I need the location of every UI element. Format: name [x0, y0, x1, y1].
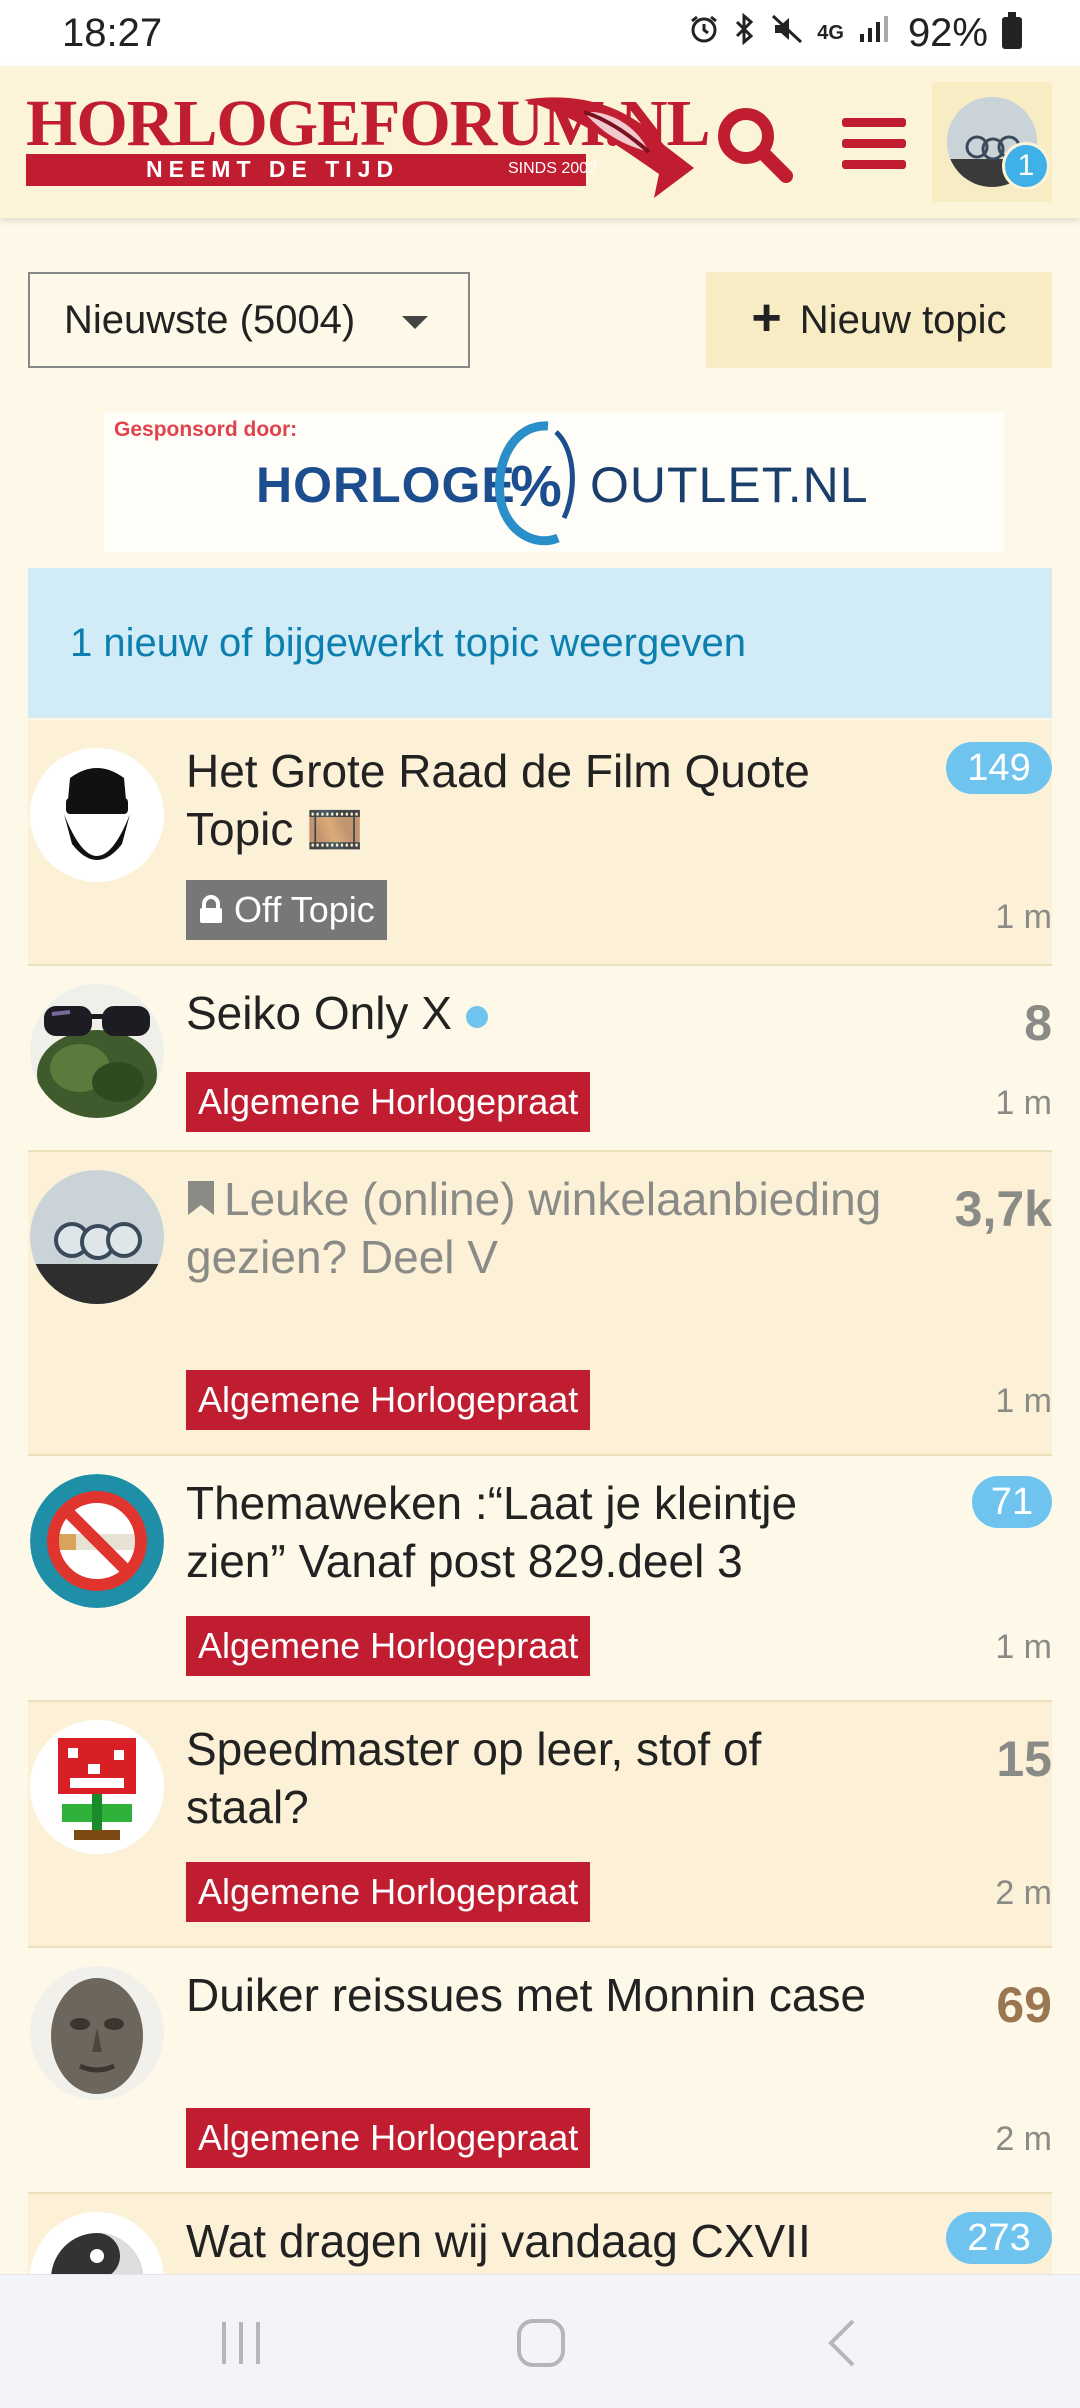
new-posts-count-badge[interactable]: 273	[946, 2212, 1052, 2264]
mute-icon	[771, 14, 803, 52]
last-activity-time[interactable]: 1 m	[995, 898, 1052, 937]
category-badge[interactable]: Algemene Horlogepraat	[186, 1370, 591, 1430]
last-activity-time[interactable]: 1 m	[995, 1628, 1052, 1667]
status-icons: 4G 92%	[689, 11, 1022, 56]
plus-icon: +	[751, 289, 782, 347]
category-badge[interactable]: Off Topic	[186, 880, 387, 940]
category-label: Off Topic	[234, 889, 375, 930]
topic-row[interactable]: Het Grote Raad de Film Quote Topic 🎞️ Of…	[28, 720, 1052, 966]
unread-dot-icon	[465, 1005, 488, 1028]
new-posts-count-badge[interactable]: 71	[972, 1476, 1052, 1528]
sponsor-banner[interactable]: Gesponsord door: HORLOGE % OUTLET.NL	[104, 412, 1004, 552]
hamburger-icon	[842, 118, 906, 169]
category-label: Algemene Horlogepraat	[198, 2117, 579, 2158]
topic-row[interactable]: Leuke (online) winkelaanbieding gezien? …	[28, 1152, 1052, 1456]
battery-percent: 92%	[907, 10, 988, 55]
caret-down-icon	[402, 316, 428, 329]
topic-title[interactable]: Duiker reissues met Monnin case	[186, 1966, 886, 2024]
topic-title[interactable]: Speedmaster op leer, stof of staal?	[186, 1720, 886, 1836]
search-button[interactable]	[706, 96, 802, 192]
battery-icon	[1002, 12, 1022, 49]
topic-title[interactable]: Themaweken :“Laat je kleintje zien” Vana…	[186, 1474, 886, 1590]
poster-avatar[interactable]	[30, 1966, 164, 2100]
topic-filter-label: Nieuwste (5004)	[64, 297, 356, 342]
sponsor-percent-logo-icon: %	[495, 421, 575, 546]
poster-avatar[interactable]	[30, 1170, 164, 1304]
new-topics-banner-text: 1 nieuw of bijgewerkt topic weergeven	[70, 620, 746, 665]
last-activity-time[interactable]: 2 m	[995, 2120, 1052, 2159]
topic-row[interactable]: Seiko Only X Algemene Horlogepraat 8 1 m	[28, 966, 1052, 1152]
reply-count[interactable]: 8	[1024, 994, 1052, 1052]
lock-icon	[200, 895, 222, 923]
category-badge[interactable]: Algemene Horlogepraat	[186, 1616, 591, 1676]
last-activity-time[interactable]: 1 m	[995, 1382, 1052, 1421]
new-topic-label: Nieuw topic	[799, 297, 1007, 342]
back-button[interactable]	[808, 2313, 878, 2373]
sponsor-brand-left: HORLOGE	[256, 457, 516, 513]
topic-row[interactable]: Duiker reissues met Monnin case Algemene…	[28, 1948, 1052, 2194]
logo-tagline: NEEMT DE TIJD	[146, 156, 400, 182]
bookmark-icon	[188, 1181, 214, 1215]
poster-avatar[interactable]	[30, 2212, 164, 2274]
new-topic-button[interactable]: + Nieuw topic	[706, 272, 1052, 368]
notification-badge[interactable]: 1	[1002, 142, 1050, 190]
category-label: Algemene Horlogepraat	[198, 1379, 579, 1420]
show-new-topics-banner[interactable]: 1 nieuw of bijgewerkt topic weergeven	[28, 568, 1052, 718]
topic-title[interactable]: Wat dragen wij vandaag CXVII	[186, 2212, 886, 2270]
back-icon	[828, 2319, 855, 2367]
sponsor-brand-mark: %	[510, 454, 562, 519]
site-header: HORLOGEFORUM.NL NEEMT DE TIJD SINDS 2002	[0, 66, 1080, 218]
network-label: 4G	[817, 21, 844, 44]
search-icon	[718, 108, 793, 183]
last-activity-time[interactable]: 2 m	[995, 1874, 1052, 1913]
site-logo[interactable]: HORLOGEFORUM.NL NEEMT DE TIJD SINDS 2002	[26, 86, 711, 198]
category-badge[interactable]: Algemene Horlogepraat	[186, 2108, 591, 2168]
poster-avatar[interactable]	[30, 748, 164, 882]
topic-title[interactable]: Seiko Only X	[186, 984, 886, 1042]
recent-apps-button[interactable]	[206, 2313, 276, 2373]
home-icon	[517, 2319, 565, 2367]
topic-row[interactable]: Wat dragen wij vandaag CXVII 273	[28, 2194, 1052, 2274]
topic-filter-dropdown[interactable]: Nieuwste (5004)	[28, 272, 470, 368]
alarm-icon	[689, 14, 719, 52]
reply-count[interactable]: 3,7k	[955, 1180, 1052, 1238]
topic-title-text: Leuke (online) winkelaanbieding gezien? …	[186, 1173, 882, 1283]
last-activity-time[interactable]: 1 m	[995, 1084, 1052, 1123]
status-time: 18:27	[62, 10, 163, 55]
category-badge[interactable]: Algemene Horlogepraat	[186, 1862, 591, 1922]
status-bar: 18:27 4G 92%	[0, 0, 1080, 66]
recent-apps-icon	[222, 2322, 260, 2364]
poster-avatar[interactable]	[30, 1720, 164, 1854]
new-posts-count-badge[interactable]: 149	[946, 742, 1052, 794]
system-navigation-bar	[0, 2274, 1080, 2408]
bluetooth-icon	[733, 12, 757, 53]
category-label: Algemene Horlogepraat	[198, 1625, 579, 1666]
reply-count[interactable]: 15	[996, 1730, 1052, 1788]
poster-avatar[interactable]	[30, 984, 164, 1118]
logo-since: SINDS 2002	[508, 160, 597, 177]
sponsor-label: Gesponsord door:	[114, 418, 298, 441]
sponsor-brand-right: OUTLET.NL	[590, 457, 869, 513]
topic-row[interactable]: Speedmaster op leer, stof of staal? Alge…	[28, 1702, 1052, 1948]
home-button[interactable]	[506, 2313, 576, 2373]
topic-title[interactable]: Het Grote Raad de Film Quote Topic 🎞️	[186, 742, 886, 858]
topic-row[interactable]: Themaweken :“Laat je kleintje zien” Vana…	[28, 1456, 1052, 1702]
topic-title-text: Seiko Only X	[186, 987, 452, 1039]
signal-icon	[858, 14, 888, 52]
poster-avatar[interactable]	[30, 1474, 164, 1608]
category-label: Algemene Horlogepraat	[198, 1871, 579, 1912]
topic-title[interactable]: Leuke (online) winkelaanbieding gezien? …	[186, 1170, 886, 1286]
category-label: Algemene Horlogepraat	[198, 1081, 579, 1122]
reply-count[interactable]: 69	[996, 1976, 1052, 2034]
category-badge[interactable]: Algemene Horlogepraat	[186, 1072, 591, 1132]
menu-button[interactable]	[826, 96, 922, 192]
